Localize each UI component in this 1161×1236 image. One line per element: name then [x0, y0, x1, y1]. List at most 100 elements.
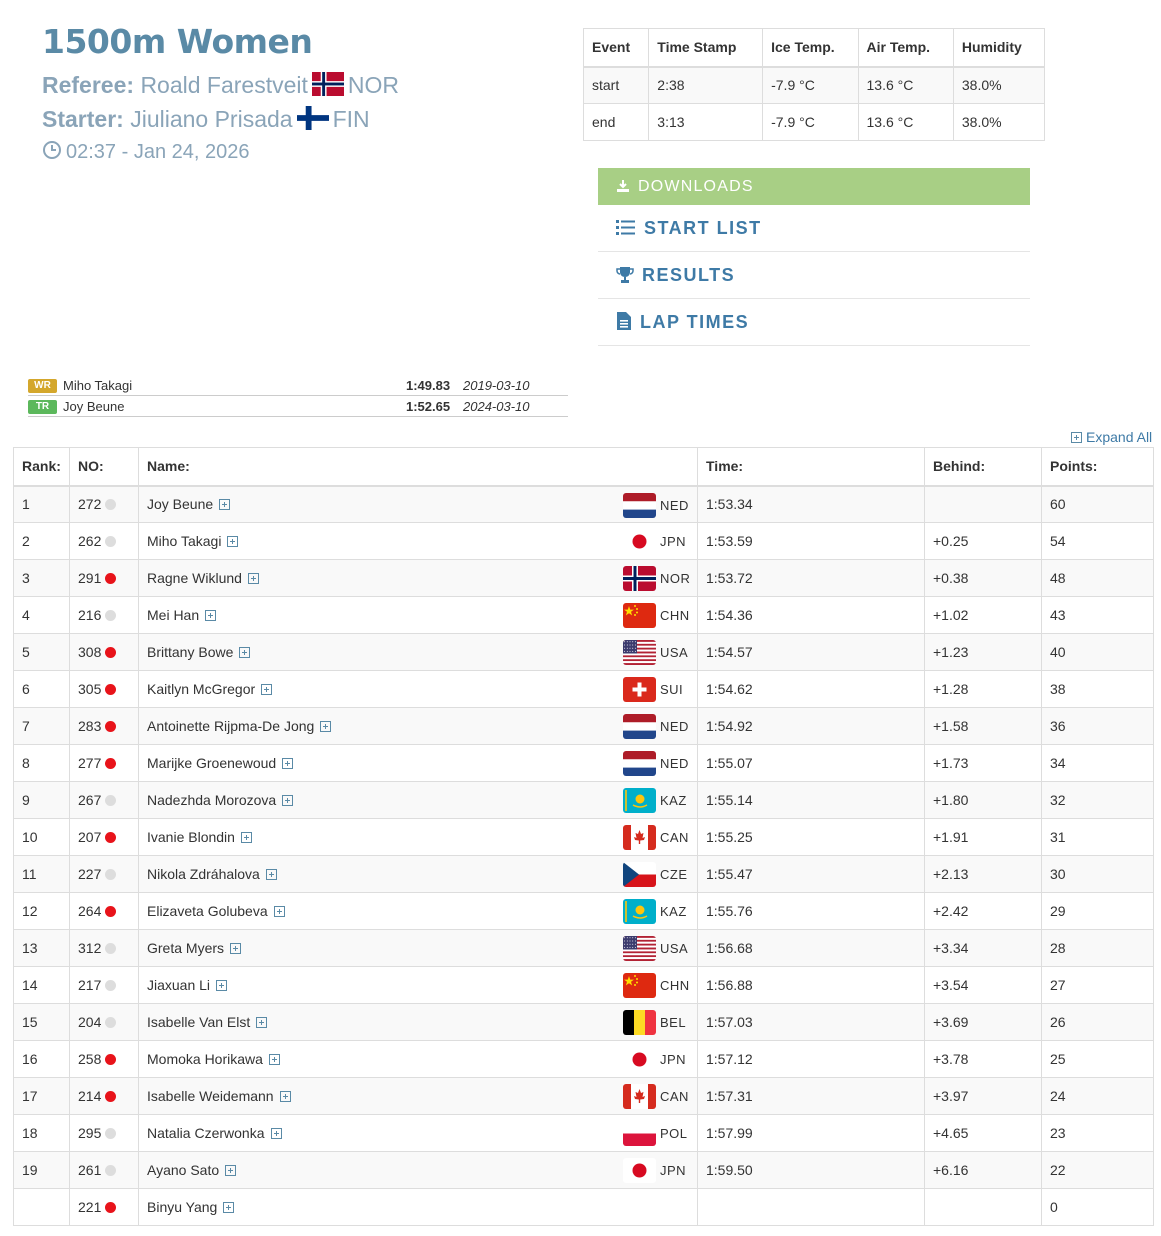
start-list-link[interactable]: START LIST: [598, 205, 1030, 252]
conditions-header-cell: Air Temp.: [857, 28, 954, 68]
expand-row-icon[interactable]: [268, 1054, 280, 1065]
result-row: 3 291 Ragne Wiklund NOR 1:53.72 +0.38 48: [13, 559, 1154, 597]
conditions-header-cell: Time Stamp: [648, 28, 764, 68]
rank-cell: 6: [13, 670, 70, 708]
expand-row-icon[interactable]: [273, 906, 285, 917]
expand-all-link[interactable]: Expand All: [1071, 429, 1152, 445]
time-cell: 1:57.31: [697, 1077, 925, 1115]
name-cell: Greta Myers USA: [138, 929, 698, 967]
time-cell: 1:59.50: [697, 1151, 925, 1189]
bib-number: 217: [78, 977, 102, 993]
result-row: 13 312 Greta Myers USA 1:56.68 +3.34 28: [13, 929, 1154, 967]
nationality: POL: [623, 1121, 688, 1146]
lap-times-link[interactable]: LAP TIMES: [598, 299, 1030, 346]
expand-row-icon[interactable]: [282, 758, 294, 769]
referee-label: Referee:: [42, 72, 135, 98]
status-dot-icon: [105, 906, 117, 917]
expand-row-icon[interactable]: [205, 610, 217, 621]
expand-row-icon[interactable]: [279, 1091, 291, 1102]
behind-header: Behind:: [924, 447, 1042, 487]
status-dot-icon: [105, 1091, 117, 1102]
nationality: KAZ: [623, 788, 687, 813]
time-header: Time:: [697, 447, 925, 487]
status-dot-icon: [105, 1128, 117, 1139]
expand-row-icon[interactable]: [261, 684, 273, 695]
status-dot-icon: [105, 1054, 117, 1065]
country-code: KAZ: [660, 793, 687, 808]
behind-cell: +0.38: [924, 559, 1042, 597]
status-dot-icon: [105, 869, 117, 880]
results-link[interactable]: RESULTS: [598, 252, 1030, 299]
expand-row-icon[interactable]: [320, 721, 332, 732]
conditions-table: Event Time Stamp Ice Temp. Air Temp. Humidit…: [582, 28, 1046, 141]
name-cell: Ivanie Blondin CAN: [138, 818, 698, 856]
expand-row-icon[interactable]: [256, 1017, 268, 1028]
time-cell: 1:54.36: [697, 596, 925, 634]
nationality: CHN: [623, 603, 690, 628]
result-row: 9 267 Nadezhda Morozova KAZ 1:55.14 +1.80 32: [13, 781, 1154, 819]
expand-row-icon[interactable]: [265, 869, 277, 880]
conditions-cell: start: [582, 66, 650, 104]
points-cell: 26: [1041, 1003, 1154, 1041]
country-code: CHN: [660, 608, 690, 623]
expand-row-icon[interactable]: [230, 943, 242, 954]
skater-name: Ragne Wiklund: [147, 570, 242, 586]
name-cell: Joy Beune NED: [138, 485, 698, 523]
rank-cell: 3: [13, 559, 70, 597]
expand-row-icon[interactable]: [223, 1202, 235, 1213]
expand-row-icon[interactable]: [227, 536, 239, 547]
rank-cell: 12: [13, 892, 70, 930]
result-row: 14 217 Jiaxuan Li CHN 1:56.88 +3.54 27: [13, 966, 1154, 1004]
nationality: NED: [623, 714, 689, 739]
china-flag-icon: [623, 973, 656, 998]
behind-cell: +1.02: [924, 596, 1042, 634]
expand-row-icon[interactable]: [216, 980, 228, 991]
time-cell: 1:57.99: [697, 1114, 925, 1152]
nationality: JPN: [623, 1158, 686, 1183]
bib-number: 227: [78, 866, 102, 882]
name-cell: Nadezhda Morozova KAZ: [138, 781, 698, 819]
referee-name: Roald Farestveit: [140, 72, 308, 98]
usa-flag-icon: [623, 640, 656, 665]
name-cell: Jiaxuan Li CHN: [138, 966, 698, 1004]
nationality: CAN: [623, 825, 689, 850]
result-row: 221 Binyu Yang 0: [13, 1188, 1154, 1226]
lap-times-label: LAP TIMES: [640, 312, 750, 332]
switzerland-flag-icon: [623, 677, 656, 702]
rank-header: Rank:: [13, 447, 70, 487]
behind-cell: [924, 485, 1042, 523]
expand-row-icon[interactable]: [240, 832, 252, 843]
points-header: Points:: [1041, 447, 1154, 487]
clock-icon: [43, 141, 61, 159]
expand-row-icon[interactable]: [270, 1128, 282, 1139]
expand-row-icon[interactable]: [247, 573, 259, 584]
skater-name: Antoinette Rijpma-De Jong: [147, 718, 315, 734]
bib-number: 221: [78, 1199, 102, 1215]
result-row: 17 214 Isabelle Weidemann CAN 1:57.31 +3.97 24: [13, 1077, 1154, 1115]
conditions-cell: 13.6 °C: [857, 103, 954, 141]
conditions-header-cell: Humidity: [952, 28, 1046, 68]
skater-name: Ayano Sato: [147, 1162, 220, 1178]
country-code: NED: [660, 719, 689, 734]
result-row: 8 277 Marijke Groenewoud NED 1:55.07 +1.73 34: [13, 744, 1154, 782]
time-cell: 1:54.92: [697, 707, 925, 745]
norway-flag-icon: [623, 566, 656, 591]
skater-name: Miho Takagi: [147, 533, 222, 549]
time-cell: 1:53.72: [697, 559, 925, 597]
number-cell: 258: [69, 1040, 139, 1078]
name-cell: Marijke Groenewoud NED: [138, 744, 698, 782]
rank-cell: 17: [13, 1077, 70, 1115]
behind-cell: +1.58: [924, 707, 1042, 745]
points-cell: 34: [1041, 744, 1154, 782]
expand-row-icon[interactable]: [225, 1165, 237, 1176]
points-cell: 36: [1041, 707, 1154, 745]
rank-cell: [13, 1188, 70, 1226]
expand-row-icon[interactable]: [219, 499, 231, 511]
points-cell: 30: [1041, 855, 1154, 893]
expand-row-icon[interactable]: [282, 795, 294, 806]
expand-row-icon[interactable]: [239, 647, 251, 658]
nationality: CAN: [623, 1084, 689, 1109]
conditions-cell: end: [582, 103, 650, 141]
status-dot-icon: [105, 536, 117, 547]
result-row: 19 261 Ayano Sato JPN 1:59.50 +6.16 22: [13, 1151, 1154, 1189]
